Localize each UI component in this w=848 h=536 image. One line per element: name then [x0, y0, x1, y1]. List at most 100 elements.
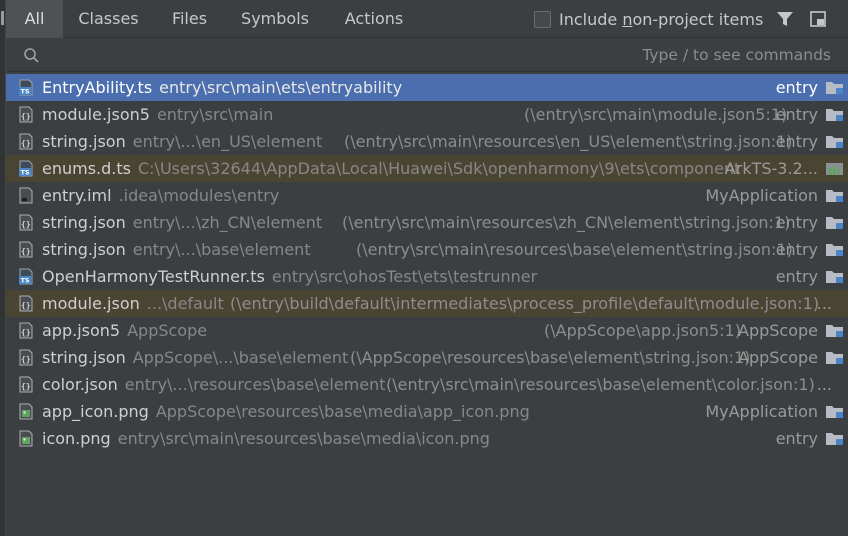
- module-name: entry: [775, 132, 818, 151]
- result-row[interactable]: TS enums.d.ts C:\Users\32644\AppData\Loca…: [6, 155, 848, 182]
- file-location: (\entry\src\main\resources\base\element\…: [386, 375, 815, 394]
- result-row[interactable]: {} string.json AppScope\...\base\element …: [6, 344, 848, 371]
- svg-text:{}: {}: [21, 328, 31, 337]
- svg-text:{}: {}: [21, 220, 31, 229]
- result-row[interactable]: {} module.json5 entry\src\main (\entry\sr…: [6, 101, 848, 128]
- module-name: entry: [775, 267, 818, 286]
- result-row[interactable]: TS OpenHarmonyTestRunner.ts entry\src\oho…: [6, 263, 848, 290]
- file-path: ...\default: [146, 294, 224, 313]
- result-row[interactable]: {} app.json5 AppScope (\AppScope\app.json…: [6, 317, 848, 344]
- json-file-icon: {}: [19, 322, 33, 339]
- module-folder-icon: [826, 433, 843, 445]
- json-file-icon: {}: [19, 295, 33, 312]
- result-row[interactable]: {} string.json entry\...\base\element (\e…: [6, 236, 848, 263]
- open-in-tool-window-icon[interactable]: [810, 11, 826, 27]
- file-path: entry\...\zh_CN\element: [132, 213, 323, 232]
- results-list: TS EntryAbility.ts entry\src\main\ets\ent…: [6, 74, 848, 452]
- ts-file-icon: TS: [19, 79, 33, 96]
- file-name: string.json: [42, 132, 126, 151]
- module-folder-icon: [826, 244, 843, 256]
- module-name: entry: [775, 78, 818, 97]
- file-path: entry\...\base\element: [132, 240, 311, 259]
- include-label-mnemonic: n: [622, 9, 633, 29]
- result-row[interactable]: icon.png entry\src\main\resources\base\me…: [6, 425, 848, 452]
- file-path: entry\...\resources\base\element: [124, 375, 386, 394]
- command-hint: Type / to see commands: [642, 46, 831, 64]
- module-name: entry: [775, 240, 818, 259]
- json-file-icon: {}: [19, 106, 33, 123]
- file-path: C:\Users\32644\AppData\Local\Huawei\Sdk\…: [137, 159, 741, 178]
- file-location: (\entry\src\main\resources\base\element\…: [356, 240, 793, 259]
- file-name: module.json5: [42, 105, 150, 124]
- file-name: string.json: [42, 240, 126, 259]
- file-name: string.json: [42, 348, 126, 367]
- svg-text:TS: TS: [21, 169, 30, 177]
- svg-text:{}: {}: [21, 112, 31, 121]
- file-path: AppScope: [127, 321, 208, 340]
- module-folder-icon: [826, 352, 843, 364]
- result-row[interactable]: app_icon.png AppScope\resources\base\medi…: [6, 398, 848, 425]
- file-name: color.json: [42, 375, 118, 394]
- result-row[interactable]: entry.iml .idea\modules\entry MyApplicati…: [6, 182, 848, 209]
- module-folder-icon: [826, 406, 843, 418]
- tab-all[interactable]: All: [6, 0, 63, 38]
- png-file-icon: [19, 430, 33, 447]
- tab-symbols[interactable]: Symbols: [225, 0, 325, 38]
- file-location: (\AppScope\app.json5:1): [544, 321, 741, 340]
- search-everywhere-popup: All Classes Files Symbols Actions Includ…: [6, 0, 848, 536]
- svg-text:TS: TS: [21, 277, 30, 285]
- tab-classes[interactable]: Classes: [63, 0, 154, 38]
- json-file-icon: {}: [19, 349, 33, 366]
- search-input[interactable]: [50, 43, 570, 67]
- svg-text:TS: TS: [21, 88, 30, 96]
- module-name: entry: [775, 429, 818, 448]
- file-path: entry\...\en_US\element: [132, 132, 323, 151]
- iml-file-icon: [19, 187, 33, 204]
- file-path: entry\src\main: [156, 105, 274, 124]
- tab-bar: All Classes Files Symbols Actions Includ…: [6, 0, 848, 38]
- result-row[interactable]: TS EntryAbility.ts entry\src\main\ets\ent…: [6, 74, 848, 101]
- module-folder-icon: [826, 109, 843, 121]
- file-name: app.json5: [42, 321, 121, 340]
- file-location: (\entry\build\default\intermediates\proc…: [230, 294, 820, 313]
- module-name: MyApplication: [705, 402, 818, 421]
- svg-text:{}: {}: [21, 355, 31, 364]
- module-folder-icon: [826, 271, 843, 283]
- module-name: entry: [775, 213, 818, 232]
- include-non-project-toggle[interactable]: Include n on-project items: [534, 9, 763, 29]
- module-name: AppScope: [738, 348, 818, 367]
- strip-marker: [1, 11, 4, 25]
- svg-text:{}: {}: [21, 301, 31, 310]
- include-non-project-checkbox[interactable]: [534, 10, 551, 28]
- search-row: Type / to see commands: [6, 39, 848, 72]
- svg-text:{}: {}: [21, 382, 31, 391]
- file-name: OpenHarmonyTestRunner.ts: [42, 267, 265, 286]
- result-row[interactable]: {} string.json entry\...\en_US\element (\…: [6, 128, 848, 155]
- file-path: AppScope\resources\base\media\app_icon.p…: [155, 402, 530, 421]
- file-path: AppScope\...\base\element: [132, 348, 349, 367]
- include-label-end: on-project items: [632, 9, 764, 29]
- result-row[interactable]: {} color.json entry\...\resources\base\el…: [6, 371, 848, 398]
- module-name: ...: [816, 294, 832, 313]
- svg-text:{}: {}: [21, 139, 31, 148]
- search-icon: [24, 48, 39, 63]
- include-label-start: Include: [559, 9, 623, 29]
- file-path: entry\src\main\ets\entryability: [159, 78, 403, 97]
- ts-file-icon: TS: [19, 160, 33, 177]
- json-file-icon: {}: [19, 376, 33, 393]
- json-file-icon: {}: [19, 241, 33, 258]
- file-name: enums.d.ts: [42, 159, 131, 178]
- file-path: entry\src\main\resources\base\media\icon…: [117, 429, 490, 448]
- result-row[interactable]: {} module.json ...\default (\entry\build\…: [6, 290, 848, 317]
- filter-icon[interactable]: [776, 10, 794, 28]
- tab-actions[interactable]: Actions: [325, 0, 423, 38]
- tab-files[interactable]: Files: [154, 0, 225, 38]
- module-folder-icon: [826, 82, 843, 94]
- result-row[interactable]: {} string.json entry\...\zh_CN\element (\…: [6, 209, 848, 236]
- file-location: (\entry\src\main\resources\en_US\element…: [344, 132, 793, 151]
- file-location: (\AppScope\resources\base\element\string…: [350, 348, 751, 367]
- module-folder-icon: [826, 190, 843, 202]
- module-name: entry: [775, 105, 818, 124]
- module-name: AppScope: [738, 321, 818, 340]
- ts-file-icon: TS: [19, 268, 33, 285]
